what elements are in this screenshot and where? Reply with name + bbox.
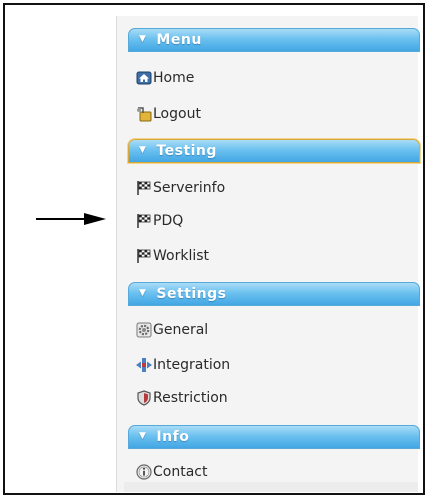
menu-item-serverinfo[interactable]: Serverinfo — [136, 176, 225, 200]
menu-item-integration[interactable]: Integration — [136, 353, 230, 377]
section-title: Settings — [156, 286, 227, 302]
logout-icon — [136, 106, 152, 122]
shield-icon — [136, 390, 152, 406]
section-title: Testing — [156, 143, 217, 159]
section-title: Info — [156, 429, 190, 445]
menu-item-home[interactable]: Home — [136, 66, 194, 90]
section-header-testing[interactable]: ▼ Testing — [128, 139, 420, 163]
menu-item-pdq[interactable]: PDQ — [136, 209, 183, 233]
menu-item-label: Logout — [153, 106, 201, 122]
checkered-flag-icon — [136, 248, 152, 264]
menu-item-label: Worklist — [153, 248, 210, 264]
home-icon — [136, 70, 152, 86]
menu-item-label: Contact — [153, 464, 208, 480]
section-header-info[interactable]: ▼ Info — [128, 425, 420, 449]
section-header-settings[interactable]: ▼ Settings — [128, 282, 420, 306]
info-icon — [136, 464, 152, 480]
checkered-flag-icon — [136, 213, 152, 229]
chevron-down-icon: ▼ — [139, 145, 147, 155]
menu-item-logout[interactable]: Logout — [136, 102, 201, 126]
menu-item-worklist[interactable]: Worklist — [136, 244, 209, 268]
gear-icon — [136, 322, 152, 338]
chevron-down-icon: ▼ — [139, 34, 147, 44]
chevron-down-icon: ▼ — [139, 431, 147, 441]
menu-item-label: Serverinfo — [153, 180, 226, 196]
menu-item-contact[interactable]: Contact — [136, 460, 207, 484]
checkered-flag-icon — [136, 180, 152, 196]
integration-icon — [136, 357, 152, 373]
chevron-down-icon: ▼ — [139, 288, 147, 298]
menu-item-label: PDQ — [153, 213, 184, 229]
menu-item-restriction[interactable]: Restriction — [136, 386, 228, 410]
menu-item-general[interactable]: General — [136, 318, 208, 342]
menu-item-label: Integration — [153, 357, 231, 373]
menu-item-label: Home — [153, 70, 195, 86]
pointer-arrow-icon — [36, 213, 106, 225]
section-header-menu[interactable]: ▼ Menu — [128, 28, 420, 52]
section-title: Menu — [156, 32, 202, 48]
menu-item-label: Restriction — [153, 390, 228, 406]
menu-item-label: General — [153, 322, 209, 338]
